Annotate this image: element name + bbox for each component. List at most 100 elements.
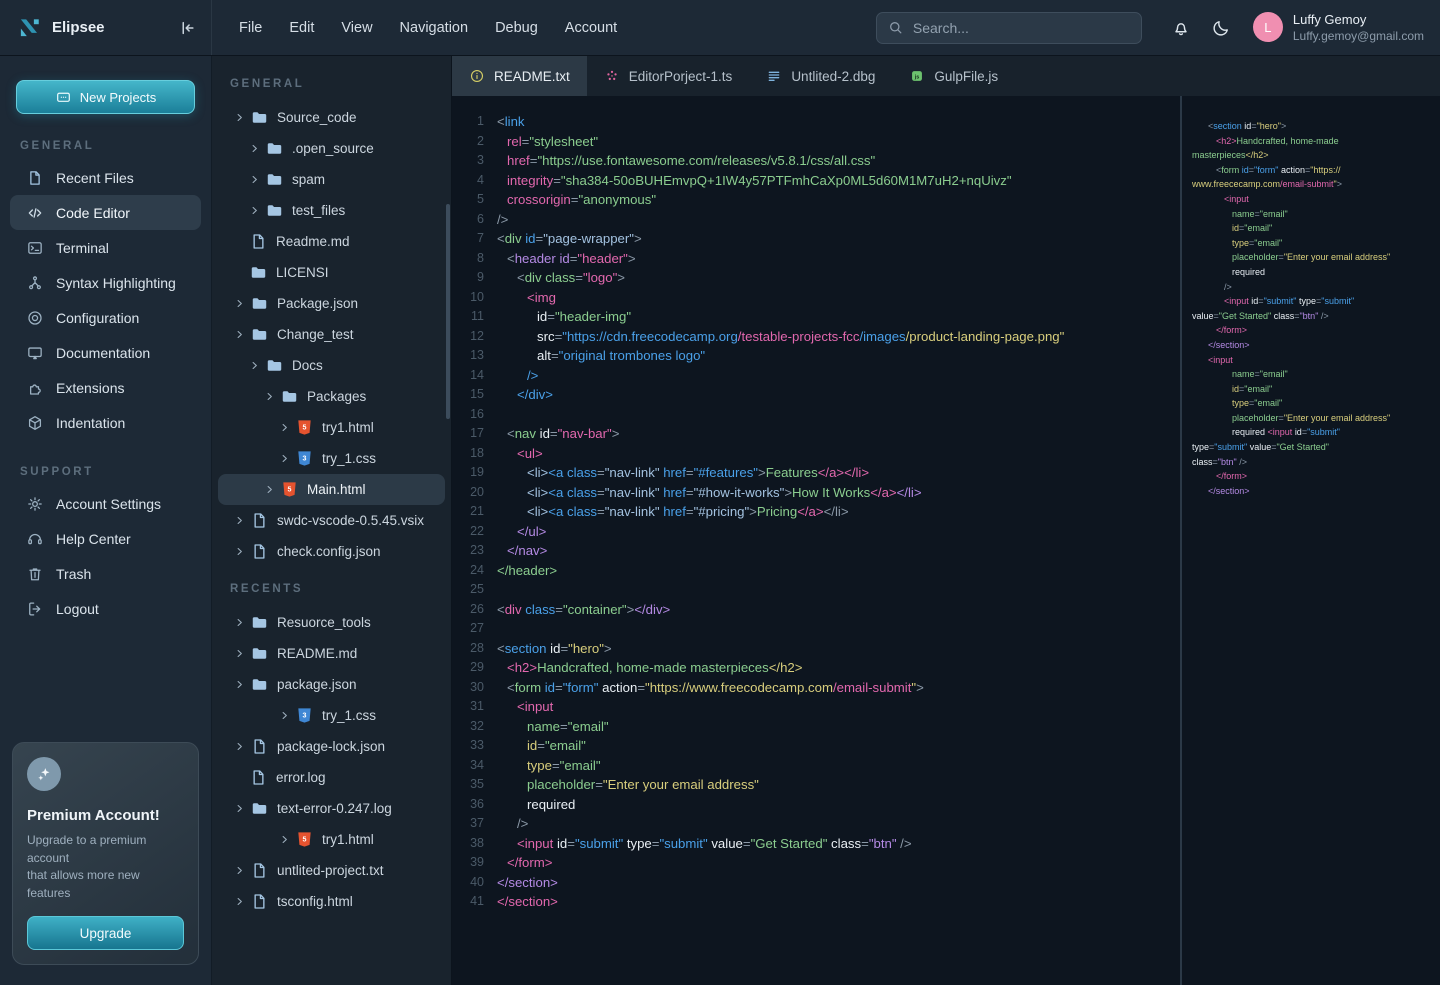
- code-line[interactable]: 14/>: [452, 366, 1180, 386]
- tree-item-resuorce-tools[interactable]: Resuorce_tools: [212, 607, 451, 638]
- new-projects-button[interactable]: New Projects: [16, 80, 195, 114]
- code-line[interactable]: 13alt="original trombones logo": [452, 346, 1180, 366]
- code-line[interactable]: 35placeholder="Enter your email address": [452, 775, 1180, 795]
- tree-item-check-config-json[interactable]: check.config.json: [212, 536, 451, 567]
- code-line[interactable]: 26<div class="container"></div>: [452, 600, 1180, 620]
- line-number: 12: [452, 327, 484, 347]
- code-line[interactable]: 22</ul>: [452, 522, 1180, 542]
- code-line[interactable]: 28<section id="hero">: [452, 639, 1180, 659]
- tab-readme-txt[interactable]: README.txt: [452, 56, 587, 96]
- code-line[interactable]: 41</section>: [452, 892, 1180, 912]
- code-line[interactable]: 36required: [452, 795, 1180, 815]
- tree-item-package-json[interactable]: package.json: [212, 669, 451, 700]
- tab-untlited-2-dbg[interactable]: Untlited-2.dbg: [749, 56, 892, 96]
- code-line[interactable]: 33id="email": [452, 736, 1180, 756]
- code-line[interactable]: 27: [452, 619, 1180, 639]
- tree-item-licensi[interactable]: LICENSI: [212, 257, 451, 288]
- tree-item-open-source[interactable]: .open_source: [212, 133, 451, 164]
- code-line[interactable]: 21<li><a class="nav-link" href="#pricing…: [452, 502, 1180, 522]
- tree-item-docs[interactable]: Docs: [212, 350, 451, 381]
- minimap[interactable]: <section id="hero"><h2>Handcrafted, home…: [1180, 96, 1440, 985]
- tree-item-untlited-project-txt[interactable]: untlited-project.txt: [212, 855, 451, 886]
- sidebar-item-logout[interactable]: Logout: [10, 591, 201, 626]
- tree-item-try1-html[interactable]: 5try1.html: [212, 412, 451, 443]
- code-line[interactable]: 7<div id="page-wrapper">: [452, 229, 1180, 249]
- code-line[interactable]: 1<link: [452, 112, 1180, 132]
- sidebar-item-trash[interactable]: Trash: [10, 556, 201, 591]
- sidebar-item-help-center[interactable]: Help Center: [10, 521, 201, 556]
- tree-item-test-files[interactable]: test_files: [212, 195, 451, 226]
- tree-item-readme-md[interactable]: Readme.md: [212, 226, 451, 257]
- tree-item-try-1-css[interactable]: 3try_1.css: [212, 443, 451, 474]
- code-line[interactable]: 37/>: [452, 814, 1180, 834]
- sidebar-item-terminal[interactable]: Terminal: [10, 230, 201, 265]
- tree-item-error-log[interactable]: error.log: [212, 762, 451, 793]
- search-input[interactable]: Search...: [876, 12, 1142, 44]
- upgrade-button[interactable]: Upgrade: [27, 916, 184, 950]
- sidebar-item-extensions[interactable]: Extensions: [10, 370, 201, 405]
- code-line[interactable]: 9<div class="logo">: [452, 268, 1180, 288]
- code-line[interactable]: 6/>: [452, 210, 1180, 230]
- code-line[interactable]: 29<h2>Handcrafted, home-made masterpiece…: [452, 658, 1180, 678]
- menu-navigation[interactable]: Navigation: [400, 20, 469, 36]
- menu-file[interactable]: File: [239, 20, 262, 36]
- tree-item-main-html[interactable]: 5Main.html: [218, 474, 445, 505]
- code-line[interactable]: 3href="https://use.fontawesome.com/relea…: [452, 151, 1180, 171]
- code-line[interactable]: 4integrity="sha384-50oBUHEmvpQ+1IW4y57PT…: [452, 171, 1180, 191]
- tree-item-change-test[interactable]: Change_test: [212, 319, 451, 350]
- code-line[interactable]: 31<input: [452, 697, 1180, 717]
- code-line[interactable]: 16: [452, 405, 1180, 425]
- sidebar-item-recent-files[interactable]: Recent Files: [10, 160, 201, 195]
- notifications-bell-icon[interactable]: [1171, 18, 1191, 38]
- code-line[interactable]: 34type="email": [452, 756, 1180, 776]
- code-line[interactable]: 24</header>: [452, 561, 1180, 581]
- code-line[interactable]: 30<form id="form" action="https://www.fr…: [452, 678, 1180, 698]
- menu-view[interactable]: View: [341, 20, 372, 36]
- sidebar-item-label: Syntax Highlighting: [56, 275, 176, 291]
- code-line[interactable]: 11id="header-img": [452, 307, 1180, 327]
- code-line[interactable]: 5crossorigin="anonymous": [452, 190, 1180, 210]
- sidebar-item-syntax-highlighting[interactable]: Syntax Highlighting: [10, 265, 201, 300]
- dark-mode-moon-icon[interactable]: [1211, 18, 1231, 38]
- file-explorer-scrollbar[interactable]: [446, 204, 450, 419]
- code-line[interactable]: 39</form>: [452, 853, 1180, 873]
- tree-item-spam[interactable]: spam: [212, 164, 451, 195]
- code-line[interactable]: 32name="email": [452, 717, 1180, 737]
- code-pane[interactable]: 1<link2rel="stylesheet"3href="https://us…: [452, 96, 1180, 985]
- tree-item-source-code[interactable]: Source_code: [212, 102, 451, 133]
- code-line[interactable]: 12src="https://cdn.freecodecamp.org/test…: [452, 327, 1180, 347]
- code-line[interactable]: 23</nav>: [452, 541, 1180, 561]
- tree-item-try-1-css[interactable]: 3try_1.css: [212, 700, 451, 731]
- sidebar-item-account-settings[interactable]: Account Settings: [10, 486, 201, 521]
- tree-item-text-error-0-247-log[interactable]: text-error-0.247.log: [212, 793, 451, 824]
- sidebar-item-configuration[interactable]: Configuration: [10, 300, 201, 335]
- code-line[interactable]: 25: [452, 580, 1180, 600]
- tab-gulpfile-js[interactable]: jsGulpFile.js: [892, 56, 1015, 96]
- code-line[interactable]: 38<input id="submit" type="submit" value…: [452, 834, 1180, 854]
- code-line[interactable]: 17<nav id="nav-bar">: [452, 424, 1180, 444]
- tree-item-packages[interactable]: Packages: [212, 381, 451, 412]
- code-line[interactable]: 10<img: [452, 288, 1180, 308]
- menu-debug[interactable]: Debug: [495, 20, 538, 36]
- tree-item-readme-md[interactable]: README.md: [212, 638, 451, 669]
- code-line[interactable]: 20<li><a class="nav-link" href="#how-it-…: [452, 483, 1180, 503]
- tree-item-try1-html[interactable]: 5try1.html: [212, 824, 451, 855]
- tab-editorporject-1-ts[interactable]: EditorPorject-1.ts: [587, 56, 750, 96]
- sidebar-item-code-editor[interactable]: Code Editor: [10, 195, 201, 230]
- tree-item-tsconfig-html[interactable]: tsconfig.html: [212, 886, 451, 917]
- tree-item-package-lock-json[interactable]: package-lock.json: [212, 731, 451, 762]
- code-line[interactable]: 19<li><a class="nav-link" href="#feature…: [452, 463, 1180, 483]
- code-line[interactable]: 8<header id="header">: [452, 249, 1180, 269]
- user-profile[interactable]: L Luffy Gemoy Luffy.gemoy@gmail.com: [1253, 11, 1424, 45]
- tree-item-package-json[interactable]: Package.json: [212, 288, 451, 319]
- menu-edit[interactable]: Edit: [289, 20, 314, 36]
- code-line[interactable]: 40</section>: [452, 873, 1180, 893]
- tree-item-swdc-vscode-0-5-45-vsix[interactable]: swdc-vscode-0.5.45.vsix: [212, 505, 451, 536]
- code-line[interactable]: 18<ul>: [452, 444, 1180, 464]
- code-line[interactable]: 2rel="stylesheet": [452, 132, 1180, 152]
- collapse-sidebar-icon[interactable]: [177, 18, 197, 38]
- code-line[interactable]: 15</div>: [452, 385, 1180, 405]
- sidebar-item-indentation[interactable]: Indentation: [10, 405, 201, 440]
- sidebar-item-documentation[interactable]: Documentation: [10, 335, 201, 370]
- menu-account[interactable]: Account: [565, 20, 617, 36]
